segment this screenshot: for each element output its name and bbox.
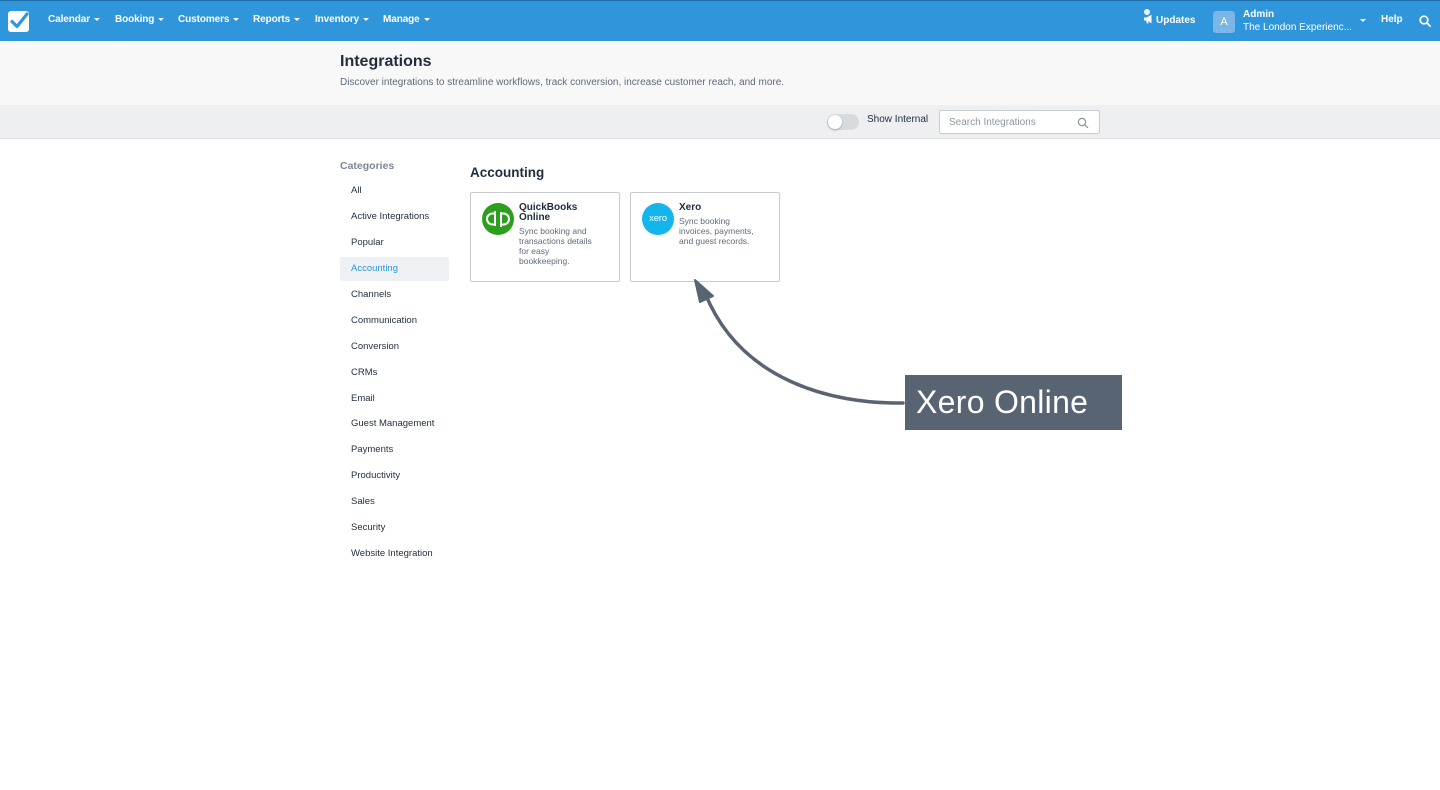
nav-customers-menu[interactable]: Customers [178, 14, 240, 25]
category-sales[interactable]: Sales [340, 490, 449, 514]
section-title: Accounting [470, 165, 545, 180]
integration-description: Sync booking invoices, payments, and gue… [679, 216, 774, 246]
category-productivity[interactable]: Productivity [340, 464, 449, 488]
category-guest-management[interactable]: Guest Management [340, 412, 449, 436]
xero-logo-text: xero [649, 213, 667, 224]
chevron-down-icon [233, 17, 240, 21]
page-header [0, 41, 1440, 105]
nav-reports-menu[interactable]: Reports [253, 14, 301, 25]
nav-booking-label: Booking [115, 14, 155, 25]
category-conversion[interactable]: Conversion [340, 335, 449, 359]
checkbox-logo-icon[interactable] [8, 11, 29, 32]
nav-booking-menu[interactable]: Booking [115, 14, 165, 25]
search-icon[interactable] [1419, 14, 1431, 32]
category-active-integrations[interactable]: Active Integrations [340, 205, 449, 229]
nav-inventory-menu[interactable]: Inventory [315, 14, 370, 25]
description-line: bookkeeping. [519, 256, 570, 266]
show-internal-toggle[interactable] [827, 114, 859, 130]
integration-card-xero[interactable]: xero Xero Sync booking invoices, payment… [630, 192, 780, 282]
chevron-down-icon [423, 17, 430, 21]
integration-name: QuickBooks Online [519, 203, 614, 223]
help-link[interactable]: Help [1381, 14, 1403, 25]
nav-inventory-label: Inventory [315, 14, 360, 25]
category-accounting[interactable]: Accounting [340, 257, 449, 281]
nav-calendar-label: Calendar [48, 14, 90, 25]
description-line: Sync booking and [519, 226, 587, 236]
nav-reports-label: Reports [253, 14, 291, 25]
toggle-knob [828, 115, 842, 129]
category-crms[interactable]: CRMs [340, 361, 449, 385]
nav-manage-menu[interactable]: Manage [383, 14, 430, 25]
categories-heading: Categories [340, 160, 395, 172]
category-popular[interactable]: Popular [340, 231, 449, 255]
nav-manage-label: Manage [383, 14, 420, 25]
chevron-down-icon [158, 17, 165, 21]
chevron-down-icon [94, 17, 100, 21]
description-line: for easy [519, 246, 550, 256]
description-line: and guest records. [679, 236, 750, 246]
integration-description: Sync booking and transactions details fo… [519, 226, 614, 266]
category-security[interactable]: Security [340, 516, 449, 540]
avatar[interactable]: A [1213, 11, 1235, 33]
updates-button[interactable]: Updates [1143, 9, 1196, 26]
integration-card-quickbooks[interactable]: QuickBooks Online Sync booking and trans… [470, 192, 620, 282]
show-internal-label: Show Internal [867, 114, 929, 125]
top-navbar: Calendar Booking Customers Reports Inven… [0, 0, 1440, 41]
description-line: Sync booking [679, 216, 731, 226]
megaphone-icon [1144, 14, 1152, 24]
integration-name: Xero [679, 203, 774, 213]
category-all[interactable]: All [340, 179, 449, 203]
category-channels[interactable]: Channels [340, 283, 449, 307]
category-communication[interactable]: Communication [340, 309, 449, 333]
description-line: invoices, payments, [679, 226, 754, 236]
category-website-integration[interactable]: Website Integration [340, 542, 449, 566]
category-email[interactable]: Email [340, 387, 449, 411]
account-role[interactable]: Admin [1243, 9, 1274, 20]
category-payments[interactable]: Payments [340, 438, 449, 462]
search-icon[interactable] [1077, 116, 1089, 134]
integration-name-line: Xero [679, 202, 702, 213]
xero-logo-icon: xero [642, 203, 674, 235]
account-company[interactable]: The London Experienc... [1243, 22, 1352, 33]
notification-dot [1144, 9, 1150, 15]
search-integrations-input[interactable] [949, 115, 1077, 129]
chevron-down-icon [363, 17, 370, 21]
page-subtitle: Discover integrations to streamline work… [340, 77, 785, 88]
nav-customers-label: Customers [178, 14, 230, 25]
chevron-down-icon [294, 17, 301, 21]
filter-bar [0, 105, 1440, 139]
quickbooks-logo-icon [482, 203, 514, 235]
description-line: transactions details [519, 236, 592, 246]
search-integrations-box[interactable] [939, 110, 1100, 134]
account-chevron-down-icon[interactable] [1360, 19, 1366, 22]
annotation-callout: Xero Online [905, 375, 1122, 430]
nav-calendar-menu[interactable]: Calendar [48, 14, 100, 25]
integration-name-line: Online [519, 212, 551, 223]
updates-label: Updates [1156, 15, 1196, 26]
page-title: Integrations [340, 53, 432, 70]
